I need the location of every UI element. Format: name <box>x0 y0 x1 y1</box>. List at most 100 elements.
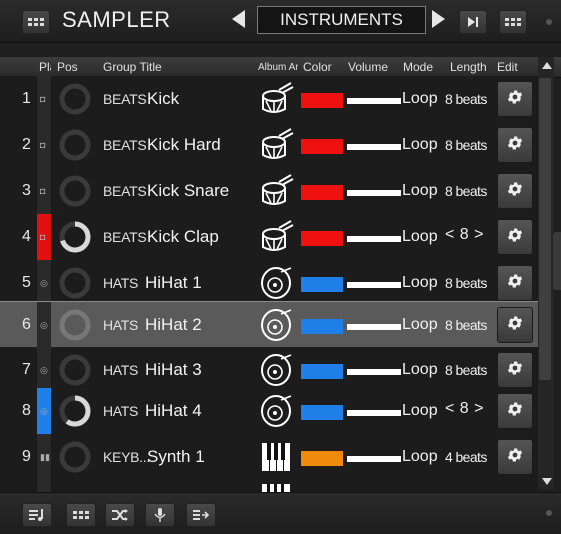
volume-bar[interactable] <box>347 282 401 288</box>
play-state[interactable]: ◘ <box>37 76 51 122</box>
col-group-title[interactable]: Group Title <box>103 60 162 74</box>
play-state[interactable]: ◘ <box>37 168 51 214</box>
length-label[interactable]: 8 beats <box>445 275 487 291</box>
bank-selector[interactable]: INSTRUMENTS <box>257 6 426 34</box>
export-icon[interactable] <box>186 503 216 527</box>
volume-bar[interactable] <box>347 190 401 196</box>
edit-button[interactable] <box>497 307 533 343</box>
col-edit[interactable]: Edit <box>497 60 518 74</box>
play-state[interactable]: ◎ <box>37 388 51 434</box>
edit-button[interactable] <box>497 173 533 209</box>
volume-bar[interactable] <box>347 456 401 462</box>
sample-group: HATS <box>103 275 139 291</box>
play-state-icon: ◘ <box>40 186 46 196</box>
prev-bank-arrow-icon[interactable] <box>232 10 245 28</box>
color-swatch[interactable] <box>301 139 343 154</box>
sample-row[interactable]: 6 ◎ HATS HiHat 2 Loop 8 beats <box>0 301 538 349</box>
col-mode[interactable]: Mode <box>403 60 433 74</box>
col-color[interactable]: Color <box>303 60 332 74</box>
mode-label[interactable]: Loop <box>402 136 438 154</box>
mode-label[interactable]: Loop <box>402 274 438 292</box>
mode-label[interactable]: Loop <box>402 402 438 420</box>
edit-button[interactable] <box>497 81 533 117</box>
play-state-icon: ◎ <box>40 365 48 375</box>
scroll-up-arrow-icon[interactable] <box>542 62 552 69</box>
edit-button[interactable] <box>497 219 533 255</box>
menu-grid-icon[interactable] <box>22 10 50 34</box>
play-state[interactable]: ◘ <box>37 122 51 168</box>
mic-icon[interactable] <box>145 503 175 527</box>
volume-bar[interactable] <box>347 236 401 242</box>
sample-group: BEATS <box>103 183 147 199</box>
volume-bar[interactable] <box>347 144 401 150</box>
color-swatch[interactable] <box>301 93 343 108</box>
play-state-icon: ◎ <box>40 406 48 416</box>
col-volume[interactable]: Volume <box>348 60 388 74</box>
sample-row[interactable]: 3 ◘ BEATS Kick Snare Loop 8 beats <box>0 168 538 215</box>
sample-row[interactable]: 2 ◘ BEATS Kick Hard Loop 8 beats <box>0 122 538 169</box>
mode-label[interactable]: Loop <box>402 361 438 379</box>
play-state[interactable]: ◘ <box>37 214 51 260</box>
length-label[interactable]: 4 beats <box>445 449 487 465</box>
drum-icon <box>258 81 294 117</box>
color-swatch[interactable] <box>301 405 343 420</box>
shuffle-icon[interactable] <box>105 503 135 527</box>
edit-button[interactable] <box>497 265 533 301</box>
skip-to-end-button[interactable] <box>459 10 487 34</box>
mode-label[interactable]: Loop <box>402 448 438 466</box>
mode-label[interactable]: Loop <box>402 316 438 334</box>
playlist-icon[interactable] <box>22 503 52 527</box>
play-state[interactable]: ◎ <box>37 302 51 348</box>
edit-button[interactable] <box>497 393 533 429</box>
gear-icon <box>506 272 524 295</box>
sample-row[interactable]: 9 ▮▮ KEYB... Synth 1 Loop 4 beats <box>0 434 538 481</box>
volume-bar[interactable] <box>347 410 401 416</box>
row-number: 5 <box>22 274 31 291</box>
length-label[interactable]: 8 beats <box>445 137 487 153</box>
length-label[interactable]: < 8 > <box>445 226 484 244</box>
volume-bar[interactable] <box>347 98 401 104</box>
play-state[interactable]: ◎ <box>37 347 51 393</box>
sample-row[interactable]: 8 ◎ HATS HiHat 4 Loop < 8 > <box>0 388 538 435</box>
scroll-thumb[interactable] <box>539 78 551 380</box>
skip-icon <box>468 17 475 27</box>
length-label[interactable]: 8 beats <box>445 183 487 199</box>
side-panel-tab[interactable] <box>553 232 561 290</box>
row-number: 3 <box>22 182 31 199</box>
cymbal-icon <box>258 393 294 429</box>
view-grid-icon[interactable] <box>499 10 527 34</box>
col-play[interactable]: Pla <box>39 60 51 74</box>
sample-row[interactable]: 7 ◎ HATS HiHat 3 Loop 8 beats <box>0 347 538 394</box>
color-swatch[interactable] <box>301 277 343 292</box>
col-album-art[interactable]: Album Art <box>258 62 298 73</box>
drum-icon <box>258 173 294 209</box>
color-swatch[interactable] <box>301 319 343 334</box>
sample-row[interactable]: 4 ◘ BEATS Kick Clap Loop < 8 > <box>0 214 538 261</box>
column-header: Pla Pos Group Title Album Art Color Volu… <box>0 57 561 78</box>
color-swatch[interactable] <box>301 185 343 200</box>
sample-row[interactable]: 5 ◎ HATS HiHat 1 Loop 8 beats <box>0 260 538 307</box>
length-label[interactable]: < 8 > <box>445 400 484 418</box>
play-state[interactable]: ◎ <box>37 260 51 306</box>
col-pos[interactable]: Pos <box>57 60 78 74</box>
color-swatch[interactable] <box>301 364 343 379</box>
next-bank-arrow-icon[interactable] <box>432 10 445 28</box>
volume-bar[interactable] <box>347 324 401 330</box>
edit-button[interactable] <box>497 439 533 475</box>
grid-icon[interactable] <box>66 503 96 527</box>
scroll-down-arrow-icon[interactable] <box>542 478 552 485</box>
sample-row[interactable]: 1 ◘ BEATS Kick Loop 8 beats <box>0 76 538 123</box>
col-length[interactable]: Length <box>450 60 487 74</box>
edit-button[interactable] <box>497 127 533 163</box>
length-label[interactable]: 8 beats <box>445 317 487 333</box>
edit-button[interactable] <box>497 352 533 388</box>
mode-label[interactable]: Loop <box>402 228 438 246</box>
length-label[interactable]: 8 beats <box>445 362 487 378</box>
length-label[interactable]: 8 beats <box>445 91 487 107</box>
color-swatch[interactable] <box>301 231 343 246</box>
volume-bar[interactable] <box>347 369 401 375</box>
play-state[interactable]: ▮▮ <box>37 434 51 480</box>
mode-label[interactable]: Loop <box>402 182 438 200</box>
mode-label[interactable]: Loop <box>402 90 438 108</box>
color-swatch[interactable] <box>301 451 343 466</box>
